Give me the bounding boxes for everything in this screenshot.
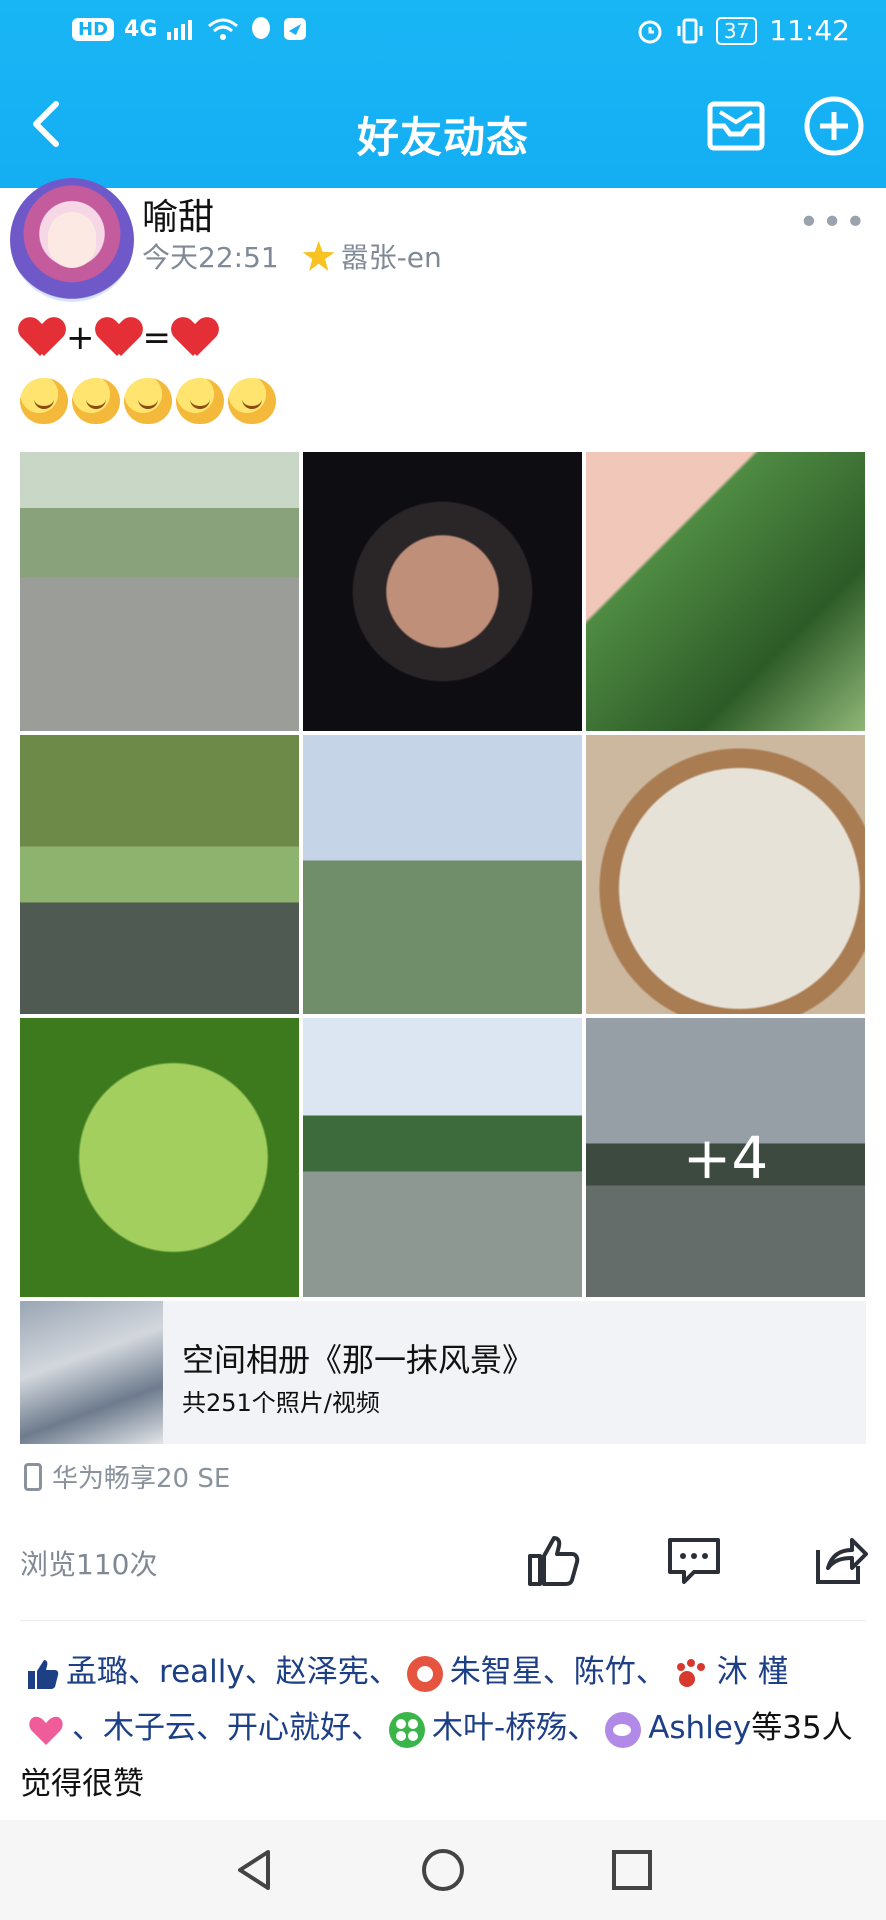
tag-label: 嚣张-en [340,241,442,274]
liker-names-2[interactable]: 朱智星、陈竹、 [450,1654,667,1690]
plus-circle-icon[interactable] [802,94,866,158]
photo-1[interactable] [20,452,299,731]
album-card[interactable]: 空间相册《那一抹风景》 共251个照片/视频 [20,1301,866,1444]
system-nav-bar [0,1820,886,1920]
device-name: 华为畅享20 SE [52,1464,231,1494]
wifi-icon [208,18,239,40]
post-meta: 今天22:51 嚣张-en [142,236,442,276]
inbox-icon[interactable] [704,94,768,158]
photo-2[interactable] [303,452,582,731]
likes-list: 孟璐、really、赵泽宪、 朱智星、陈竹、 沐 槿 、木子云、开心就好、 木叶-桥殇… [20,1644,866,1812]
thumbs-up-icon [28,1659,59,1689]
qq-icon [252,17,271,39]
emoji-icon [20,378,68,424]
post-time: 今天22:51 [142,241,279,274]
photo-5[interactable] [303,735,582,1014]
plus-symbol: + [66,318,95,358]
post-text-emojis [20,378,276,424]
tag[interactable]: 嚣张-en [302,236,442,276]
more-icon[interactable]: ••• [798,202,868,243]
photo-6[interactable] [586,735,865,1014]
home-circle-icon[interactable] [419,1846,467,1894]
feed-post: 喻甜 今天22:51 嚣张-en ••• + = +4 空间相册《那一抹风景》 … [0,178,886,1820]
photo-8[interactable] [303,1018,582,1297]
nav-bar: 好友动态 [0,66,886,188]
liker-names-5[interactable]: 木叶-桥殇、 [432,1710,598,1746]
album-thumbnail [20,1301,163,1444]
emoji-icon [124,378,172,424]
photo-9[interactable]: +4 [586,1018,865,1297]
emoji-icon [176,378,224,424]
emoji-icon [228,378,276,424]
back-triangle-icon[interactable] [230,1846,278,1894]
album-title: 空间相册《那一抹风景》 [182,1341,535,1379]
paw-avatar-icon [676,1658,705,1687]
liker-names-1[interactable]: 孟璐、really、赵泽宪、 [66,1654,400,1690]
photo-7[interactable] [20,1018,299,1297]
comment-icon[interactable] [664,1530,724,1590]
device-label: 华为畅享20 SE [24,1458,230,1495]
fish-avatar-icon [605,1711,642,1748]
liker-names-3[interactable]: 沐 槿 [717,1654,789,1690]
heart-icon [173,318,217,358]
app-notify-icon [284,18,307,40]
app-header: HD 4G 37 11:42 好友动态 [0,0,886,188]
divider [20,1620,866,1621]
avatar[interactable] [10,178,134,302]
emoji-icon [72,378,120,424]
author-name[interactable]: 喻甜 [142,188,214,240]
clock: 11:42 [769,14,850,47]
network-label: 4G [124,16,158,42]
view-count: 浏览110次 [20,1548,158,1581]
liker-names-4[interactable]: 、木子云、开心就好、 [72,1710,382,1746]
clover-avatar-icon [389,1711,425,1748]
thumbs-up-icon[interactable] [522,1530,582,1590]
alarm-icon [638,20,662,43]
flower-avatar-icon [406,1655,443,1692]
heart-icon [20,318,64,358]
photo-3[interactable] [586,452,865,731]
status-bar: HD 4G 37 11:42 [0,0,886,66]
equals-symbol: = [142,318,172,358]
phone-icon [24,1462,42,1491]
heart-icon [97,318,141,358]
star-icon [302,241,335,271]
liker-names-6[interactable]: Ashley [648,1710,751,1746]
post-text-hearts: + = [20,318,217,358]
signal-icon [167,20,193,40]
share-icon[interactable] [808,1530,868,1590]
hd-badge: HD [72,17,115,41]
album-count: 共251个照片/视频 [182,1389,380,1417]
hearts-avatar-icon [29,1716,63,1745]
vibrate-icon [677,18,703,43]
photo-4[interactable] [20,735,299,1014]
recents-square-icon[interactable] [608,1846,656,1894]
photo-grid: +4 [20,452,866,1298]
more-photos-overlay[interactable]: +4 [586,1018,865,1297]
battery-icon: 37 [715,16,758,45]
